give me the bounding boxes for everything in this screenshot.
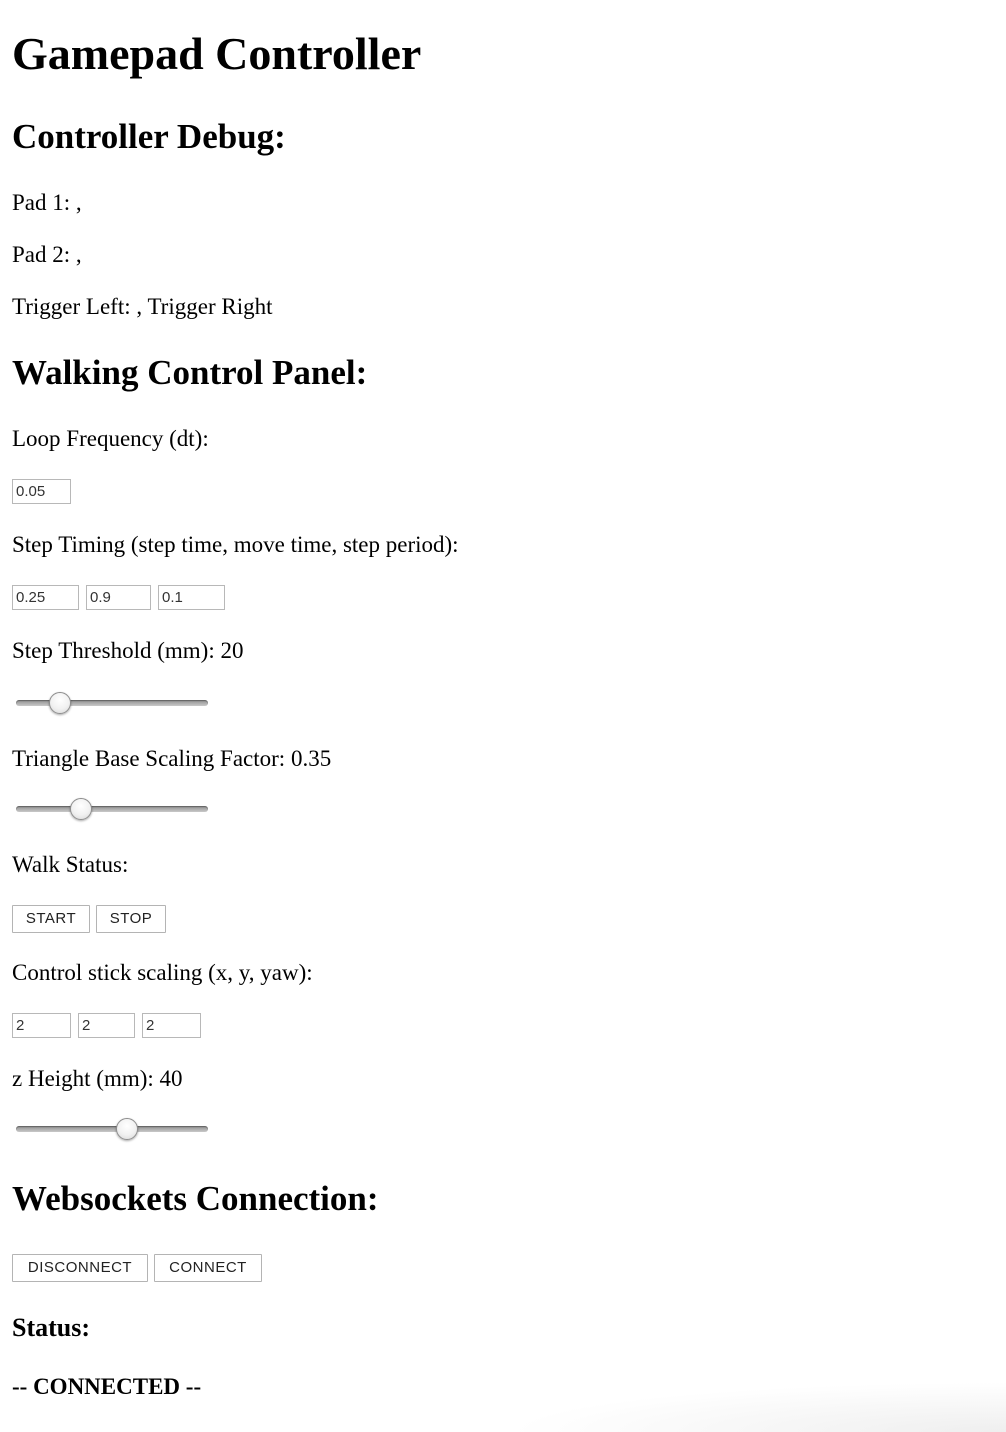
stick-scale-yaw-input[interactable]: 2 [142,1013,201,1038]
connect-button[interactable]: CONNECT [154,1254,262,1282]
stick-scale-x-input[interactable]: 2 [12,1013,71,1038]
z-height-slider[interactable] [16,1115,208,1143]
loop-frequency-input[interactable]: 0.05 [12,479,71,504]
step-time-input[interactable]: 0.25 [12,585,79,610]
controller-debug-heading: Controller Debug: [12,117,286,156]
page: Gamepad Controller Controller Debug: Pad… [0,0,1006,1432]
z-height-label: z Height (mm): 40 [12,1066,183,1091]
stick-scaling-label: Control stick scaling (x, y, yaw): [12,960,313,985]
disconnect-button[interactable]: DISCONNECT [12,1254,148,1282]
stick-scale-y-value: 2 [82,1017,91,1034]
walking-panel-heading: Walking Control Panel: [12,353,368,392]
stick-scale-y-input[interactable]: 2 [78,1013,135,1038]
connection-status: -- CONNECTED -- [12,1374,202,1399]
page-title: Gamepad Controller [12,28,422,79]
slider-thumb[interactable] [116,1118,139,1140]
trigger-readout: Trigger Left: , Trigger Right [12,294,273,319]
step-period-input-value: 0.1 [162,589,183,606]
slider-thumb[interactable] [49,692,72,714]
loop-frequency-label: Loop Frequency (dt): [12,426,209,451]
step-timing-label: Step Timing (step time, move time, step … [12,532,459,557]
stick-scale-yaw-value: 2 [146,1017,155,1034]
slider-thumb[interactable] [70,798,93,820]
stick-scale-x-value: 2 [16,1017,25,1034]
triangle-scaling-slider[interactable] [16,795,208,823]
loop-frequency-input-value: 0.05 [16,483,46,500]
step-threshold-label: Step Threshold (mm): 20 [12,638,244,663]
slider-track [16,700,208,706]
start-button[interactable]: START [12,905,90,933]
pad1-readout: Pad 1: , [12,190,82,215]
walk-status-label: Walk Status: [12,852,129,877]
stop-button[interactable]: STOP [96,905,166,933]
move-time-input-value: 0.9 [90,589,111,606]
pad2-readout: Pad 2: , [12,242,82,267]
corner-shadow [506,1382,1006,1432]
status-heading: Status: [12,1313,91,1342]
step-time-input-value: 0.25 [16,589,46,606]
websockets-heading: Websockets Connection: [12,1179,379,1218]
move-time-input[interactable]: 0.9 [86,585,151,610]
step-period-input[interactable]: 0.1 [158,585,225,610]
step-threshold-slider[interactable] [16,689,208,717]
triangle-scaling-label: Triangle Base Scaling Factor: 0.35 [12,746,332,771]
slider-track [16,1126,208,1132]
slider-track [16,806,208,812]
